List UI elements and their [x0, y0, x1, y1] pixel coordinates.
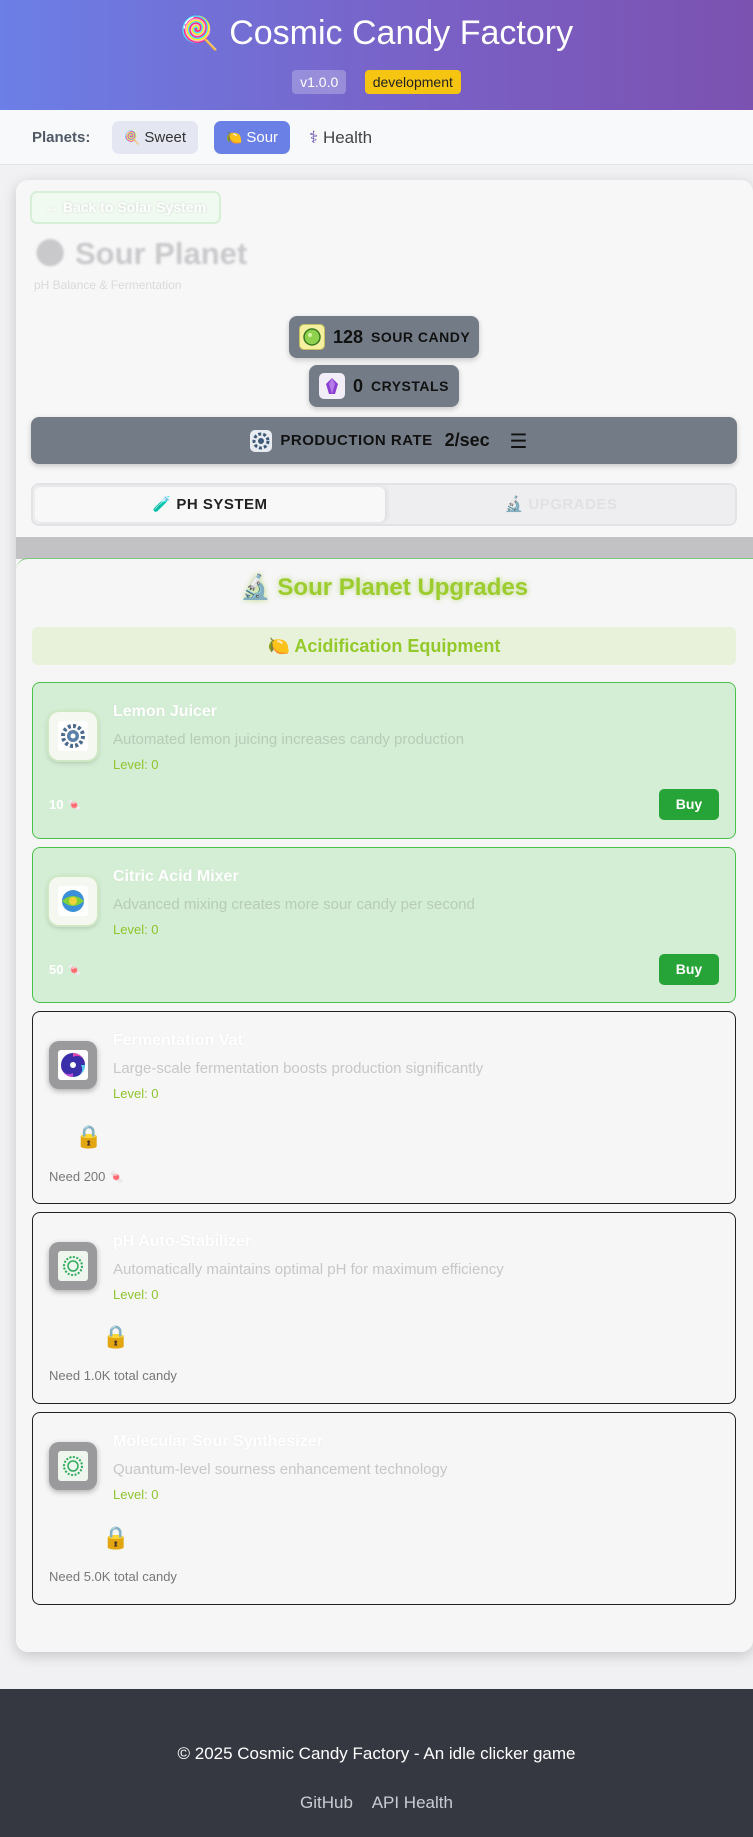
upgrade-level: Level: 0 [113, 1086, 159, 1101]
version-badge: v1.0.0 [292, 70, 347, 94]
upgrade-requirement-text: Need 200 [49, 1169, 106, 1184]
upgrade-name: Molecular Sour Synthesizer [113, 1433, 323, 1450]
header-badges: v1.0.0 development [0, 70, 753, 94]
sour-candy-counter: 128 SOUR CANDY [289, 316, 479, 358]
upgrades-panel-title: 🔬 Sour Planet Upgrades [240, 574, 529, 601]
planet-title-text: Sour Planet [74, 236, 248, 271]
upgrade-description: Large-scale fermentation boosts producti… [113, 1060, 484, 1077]
sour-candy-count: 128 [333, 326, 364, 347]
upgrade-name: Lemon Juicer [113, 703, 218, 720]
crystals-count: 0 [353, 375, 364, 396]
planet-nav: Planets: 🍭 Sweet 🍋 Sour ⚕ Health [0, 110, 753, 165]
tab-upgrades[interactable]: 🔬 UPGRADES [387, 487, 735, 522]
lemon-icon: 🍋 [226, 131, 243, 146]
production-rate-value: 2/sec [444, 430, 490, 450]
upgrade-name: Citric Acid Mixer [113, 868, 239, 885]
candy-icon: 🍬 [109, 1170, 124, 1184]
upgrade-level: Level: 0 [113, 922, 159, 937]
planet-tab-sour[interactable]: 🍋 Sour [214, 121, 291, 154]
lollipop-icon: 🍭 [124, 131, 141, 146]
tab-label: PH SYSTEM [176, 496, 268, 513]
buy-button[interactable]: Buy [659, 789, 719, 820]
gear-icon [49, 712, 97, 760]
upgrade-card-ph-auto-stabilizer: pH Auto-Stabilizer Automatically maintai… [32, 1212, 736, 1404]
footer-link-github[interactable]: GitHub [300, 1793, 353, 1812]
ring-icon [49, 1442, 97, 1490]
panel-overlay-band [16, 537, 753, 559]
upgrade-description: Quantum-level sourness enhancement techn… [113, 1461, 448, 1478]
planet-tab-label: Sweet [144, 129, 187, 146]
lock-icon: 🔒 [75, 1125, 103, 1150]
crystals-counter: 0 CRYSTALS [309, 365, 459, 407]
tab-ph-system[interactable]: 🧪 PH SYSTEM [35, 487, 385, 522]
lock-icon: 🔒 [102, 1526, 130, 1551]
candy-icon: 🍬 [67, 798, 83, 812]
upgrade-card-fermentation-vat: Fermentation Vat Large-scale fermentatio… [32, 1011, 736, 1204]
upgrade-requirement: Need 200 🍬 [49, 1169, 124, 1184]
planet-tab-label: Sour [246, 129, 279, 146]
planet-title: 🌑 Sour Planet [34, 236, 247, 272]
upgrade-requirement: Need 1.0K total candy [49, 1368, 177, 1383]
production-rate-label: PRODUCTION RATE [280, 432, 433, 449]
upgrade-level: Level: 0 [113, 1487, 159, 1502]
app-header: 🍭 Cosmic Candy Factory v1.0.0 developmen… [0, 0, 753, 110]
swirl-icon [49, 1041, 97, 1089]
mixer-orb-icon [49, 877, 97, 925]
planets-label: Planets: [32, 129, 91, 146]
footer-links: GitHub API Health [0, 1793, 753, 1813]
back-to-solar-system-button[interactable]: ← Back to Solar System [30, 191, 221, 224]
upgrade-name: pH Auto-Stabilizer [113, 1233, 252, 1250]
upgrade-level: Level: 0 [113, 757, 159, 772]
app-title-row: 🍭 Cosmic Candy Factory [0, 14, 753, 53]
planet-tabs: 🧪 PH SYSTEM 🔬 UPGRADES [31, 483, 737, 526]
upgrade-cost-value: 10 [49, 797, 64, 812]
footer-link-api-health[interactable]: API Health [372, 1793, 453, 1812]
planet-subtitle: pH Balance & Fermentation [34, 278, 182, 292]
candy-icon: 🍬 [67, 963, 83, 977]
caduceus-icon: ⚕ [309, 128, 319, 148]
tab-label: UPGRADES [528, 496, 618, 513]
footer-copyright: © 2025 Cosmic Candy Factory - An idle cl… [177, 1744, 576, 1763]
planet-icon: 🌑 [34, 236, 67, 272]
crystal-icon [319, 373, 345, 399]
upgrade-cost: 10 🍬 [49, 797, 82, 812]
production-rate-bar: PRODUCTION RATE 2/sec ☰ [31, 417, 737, 464]
app-title: Cosmic Candy Factory [229, 14, 574, 52]
sour-candy-icon [299, 324, 325, 350]
upgrade-description: Automated lemon juicing increases candy … [113, 731, 465, 748]
upgrade-description: Advanced mixing creates more sour candy … [113, 896, 475, 913]
gear-icon [250, 429, 273, 452]
upgrade-cost: 50 🍬 [49, 962, 82, 977]
test-tube-icon: 🧪 [152, 495, 172, 513]
ring-icon [49, 1242, 97, 1290]
lollipop-icon: 🍭 [179, 14, 220, 52]
planet-tab-sweet[interactable]: 🍭 Sweet [112, 121, 199, 154]
upgrade-card-lemon-juicer: Lemon Juicer Automated lemon juicing inc… [32, 682, 736, 839]
menu-icon[interactable]: ☰ [510, 429, 528, 453]
upgrade-card-citric-acid-mixer: Citric Acid Mixer Advanced mixing create… [32, 847, 736, 1003]
planet-tab-label: Health [322, 128, 373, 147]
section-header-acidification: 🍋 Acidification Equipment [32, 627, 736, 665]
crystals-label: CRYSTALS [371, 378, 449, 394]
environment-badge: development [364, 70, 461, 94]
upgrade-cost-value: 50 [49, 962, 64, 977]
upgrade-card-molecular-sour-synthesizer: Molecular Sour Synthesizer Quantum-level… [32, 1412, 736, 1605]
upgrade-requirement: Need 5.0K total candy [49, 1569, 177, 1584]
lock-icon: 🔒 [102, 1325, 130, 1350]
microscope-icon: 🔬 [504, 495, 524, 513]
planet-tab-health[interactable]: ⚕ Health [305, 121, 376, 154]
page-footer: © 2025 Cosmic Candy Factory - An idle cl… [0, 1689, 753, 1837]
upgrade-description: Automatically maintains optimal pH for m… [113, 1261, 504, 1278]
upgrade-level: Level: 0 [113, 1287, 159, 1302]
sour-candy-label: SOUR CANDY [371, 329, 471, 345]
upgrade-name: Fermentation Vat [113, 1032, 243, 1049]
buy-button[interactable]: Buy [659, 954, 719, 985]
